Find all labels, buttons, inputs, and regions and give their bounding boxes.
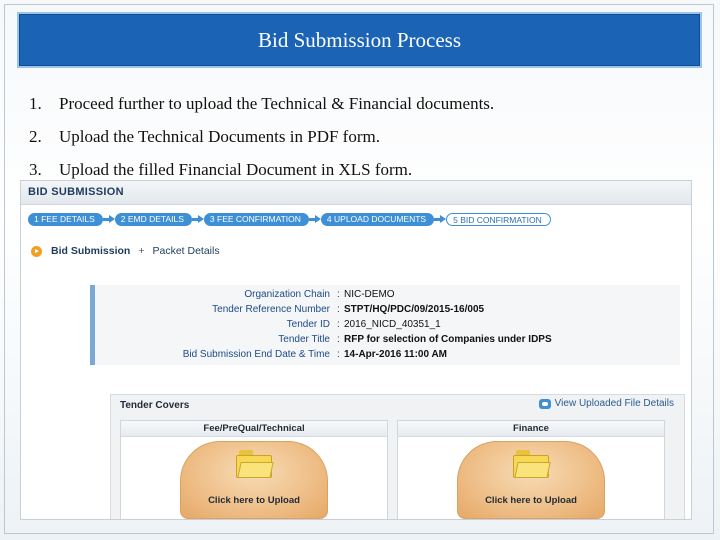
upload-technical-button[interactable]: Click here to Upload [180, 441, 328, 519]
detail-label: Tender Title [278, 334, 330, 345]
cover-technical: Fee/PreQual/Technical Click here to Uplo… [120, 420, 388, 519]
detail-value: 2016_NICD_40351_1 [344, 319, 441, 330]
upload-finance-button[interactable]: Click here to Upload [457, 441, 605, 519]
arrow-right-icon [308, 215, 321, 224]
detail-row: Organization Chain : NIC-DEMO [90, 288, 680, 301]
detail-value: 14-Apr-2016 11:00 AM [344, 349, 448, 360]
wizard-step-upload-documents[interactable]: 4 UPLOAD DOCUMENTS [320, 213, 435, 226]
detail-label: Organization Chain [244, 289, 330, 300]
tender-covers-title: Tender Covers [120, 400, 190, 411]
detail-row: Tender Title : RFP for selection of Comp… [90, 333, 680, 346]
wizard-step-fee-details[interactable]: 1 FEE DETAILS [28, 213, 103, 226]
wizard-step-emd-details[interactable]: 2 EMD DETAILS [114, 213, 192, 226]
breadcrumb-current: Bid Submission [51, 245, 131, 257]
bid-submission-screenshot: BID SUBMISSION 1 FEE DETAILS 2 EMD DETAI… [20, 180, 692, 520]
detail-colon: : [337, 289, 340, 300]
wizard-step-bid-confirmation[interactable]: 5 BID CONFIRMATION [446, 213, 551, 226]
folder-icon [236, 450, 274, 478]
wizard-step-fee-confirmation[interactable]: 3 FEE CONFIRMATION [203, 213, 309, 226]
upload-button-label: Click here to Upload [485, 495, 577, 506]
view-uploaded-files-label: View Uploaded File Details [554, 398, 674, 409]
arrow-right-icon [434, 215, 447, 224]
detail-value: STPT/HQ/PDC/09/2015-16/005 [344, 304, 485, 315]
arrow-right-icon [102, 215, 115, 224]
step-text: Upload the filled Financial Document in … [59, 160, 413, 179]
tender-details-panel: Organization Chain : NIC-DEMO Tender Ref… [90, 285, 680, 365]
detail-colon: : [337, 334, 340, 345]
breadcrumb-separator: + [138, 245, 145, 257]
detail-label: Tender ID [286, 319, 330, 330]
step-item: 1. Proceed further to upload the Technica… [29, 90, 709, 123]
step-text: Upload the Technical Documents in PDF fo… [59, 127, 380, 146]
upload-button-label: Click here to Upload [208, 495, 300, 506]
detail-colon: : [337, 304, 340, 315]
cover-finance: Finance Click here to Upload [397, 420, 665, 519]
breadcrumb: Bid Submission + Packet Details [31, 244, 220, 258]
cover-title: Fee/PreQual/Technical [121, 421, 387, 437]
detail-colon: : [337, 319, 340, 330]
detail-row: Tender ID : 2016_NICD_40351_1 [90, 318, 680, 331]
detail-value: NIC-DEMO [344, 289, 395, 300]
detail-colon: : [337, 349, 340, 360]
slide-title: Bid Submission Process [257, 27, 462, 52]
folder-icon [513, 450, 551, 478]
detail-row: Tender Reference Number : STPT/HQ/PDC/09… [90, 303, 680, 316]
breadcrumb-packet-details[interactable]: Packet Details [152, 245, 219, 257]
detail-value: RFP for selection of Companies under IDP… [344, 334, 552, 345]
cover-title: Finance [398, 421, 664, 437]
detail-label: Bid Submission End Date & Time [182, 349, 330, 360]
view-uploaded-files-link[interactable]: View Uploaded File Details [538, 398, 674, 409]
slide-title-bar: Bid Submission Process [17, 12, 702, 68]
bid-submission-header: BID SUBMISSION [21, 181, 691, 205]
wizard-steps: 1 FEE DETAILS 2 EMD DETAILS 3 FEE CONFIR… [28, 213, 551, 226]
step-item: 2. Upload the Technical Documents in PDF … [29, 123, 709, 156]
detail-label: Tender Reference Number [212, 304, 330, 315]
tender-covers-panel: Tender Covers View Uploaded File Details… [110, 394, 685, 519]
arrow-right-icon [191, 215, 204, 224]
detail-row: Bid Submission End Date & Time : 14-Apr-… [90, 348, 680, 361]
view-files-icon [538, 398, 551, 409]
step-text: Proceed further to upload the Technical … [59, 94, 495, 113]
play-icon [31, 245, 42, 257]
step-number: 1. [29, 94, 42, 113]
step-number: 2. [29, 127, 42, 146]
steps-list: 1. Proceed further to upload the Technica… [29, 90, 709, 189]
